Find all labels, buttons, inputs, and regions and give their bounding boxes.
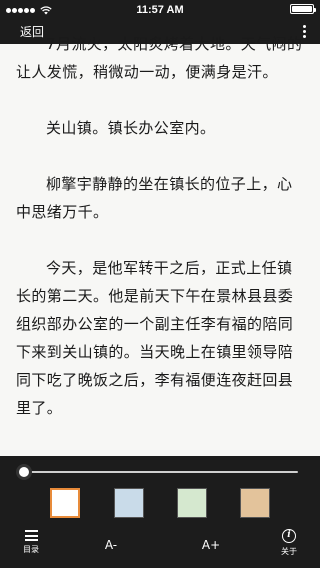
about-label: 关于 xyxy=(281,547,297,556)
reader-content[interactable]: 7月流火，太阳炙烤着大地。天气闷的让人发慌，稍微动一动，便满身是汗。 关山镇。镇… xyxy=(0,28,320,458)
info-icon: i xyxy=(282,529,296,543)
catalog-label: 目录 xyxy=(23,545,39,554)
theme-swatch-green[interactable] xyxy=(177,488,207,518)
list-icon xyxy=(24,530,38,541)
catalog-button[interactable]: 目录 xyxy=(6,528,56,555)
reader-toolbar: 目录 A- A+ i 关于 xyxy=(0,526,320,568)
reader-settings-panel: 目录 A- A+ i 关于 xyxy=(0,456,320,568)
font-decrease-label: A- xyxy=(104,538,118,552)
progress-slider[interactable] xyxy=(16,464,298,480)
paragraph: 7月流火，太阳炙烤着大地。天气闷的让人发慌，稍微动一动，便满身是汗。 xyxy=(16,35,303,81)
status-bar: 11:57 AM xyxy=(0,0,320,20)
slider-thumb[interactable] xyxy=(16,464,32,480)
font-increase-label: A+ xyxy=(201,538,221,552)
theme-swatch-tan[interactable] xyxy=(240,488,270,518)
font-increase-button[interactable]: A+ xyxy=(186,528,236,552)
theme-swatches xyxy=(0,488,320,518)
font-decrease-button[interactable]: A- xyxy=(86,528,136,552)
paragraph: 柳擎宇静静的坐在镇长的位子上，心中思绪万千。 xyxy=(16,175,293,221)
theme-swatch-blue[interactable] xyxy=(114,488,144,518)
theme-swatch-white[interactable] xyxy=(50,488,80,518)
paragraph: 今天，是他军转干之后，正式上任镇长的第二天。他是前天下午在景林县县委组织部办公室… xyxy=(16,259,294,417)
status-time: 11:57 AM xyxy=(136,4,184,16)
slider-track[interactable] xyxy=(20,471,298,473)
about-button[interactable]: i 关于 xyxy=(264,528,314,557)
paragraph: 关山镇。镇长办公室内。 xyxy=(46,119,216,137)
battery-icon xyxy=(290,4,316,14)
